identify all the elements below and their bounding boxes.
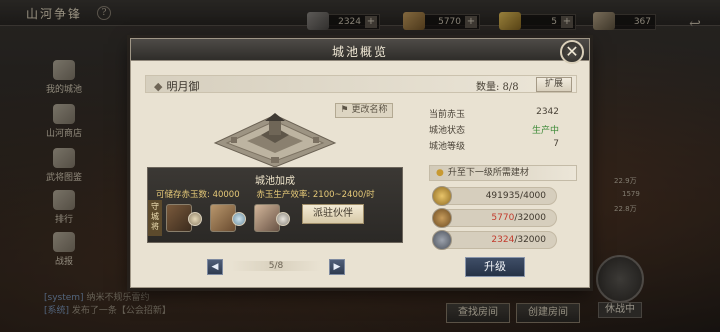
expand-button[interactable]: 扩展 — [536, 77, 572, 92]
material-row-iron: 2324/32000 — [432, 230, 557, 250]
storage-capacity: 可储存赤玉数: 40000 — [156, 190, 240, 200]
stat-label: 当前赤玉 — [429, 110, 466, 120]
city-name: ◆ 明月御 — [154, 78, 199, 94]
dispatch-partner-button[interactable]: 派驻伙伴 — [302, 204, 364, 224]
modal-header: 城池概览 — [131, 39, 589, 61]
flag-icon: ⚑ — [340, 105, 352, 115]
material-amount: 5770/32000 — [491, 213, 546, 223]
stat-row-city-status: 城池状态 生产中 — [429, 121, 579, 137]
city-quantity: 数量: 8/8 — [476, 82, 519, 93]
bonus-title: 城池加成 — [255, 176, 295, 187]
material-amount: 491935/4000 — [485, 191, 546, 201]
prev-page-button[interactable]: ◀ — [207, 259, 223, 275]
coin-icon — [432, 186, 452, 206]
material-have: 491935 — [485, 191, 521, 201]
hero-badge — [232, 212, 246, 226]
material-need: 32000 — [517, 213, 546, 223]
city-name-text: 明月御 — [166, 80, 200, 93]
city-stats: 当前赤玉 2342 城池状态 生产中 城池等级 7 — [429, 105, 579, 153]
stat-value: 2342 — [536, 107, 559, 117]
close-icon[interactable]: ✕ — [560, 40, 584, 64]
stat-row-city-level: 城池等级 7 — [429, 137, 579, 153]
page-indicator: 5/8 — [231, 261, 321, 271]
bonus-stats: 可储存赤玉数: 40000 赤玉生产效率: 2100~2400/时 — [156, 188, 389, 200]
bullet-icon: ◆ — [154, 80, 163, 93]
hero-badge — [188, 212, 202, 226]
hero-badge — [276, 212, 290, 226]
stat-value: 7 — [553, 139, 559, 149]
stat-value: 生产中 — [531, 126, 559, 136]
garrison-tag: 守城将 — [148, 200, 162, 236]
city-header: ◆ 明月御 数量: 8/8 扩展 — [145, 75, 577, 93]
stat-label: 城池状态 — [429, 126, 466, 136]
upgrade-button[interactable]: 升级 — [465, 257, 525, 277]
city-panel: ⚑ 更改名称 城池加成 可储存赤玉数: 40000 赤玉生产效率: 2100~2… — [145, 97, 403, 243]
city-overview-modal: 城池概览 ◆ 明月御 数量: 8/8 扩展 ⚑ 更改名称 城池加成 可储存赤玉数:… — [130, 38, 590, 288]
material-need: 32000 — [517, 235, 546, 245]
material-have: 5770 — [491, 213, 515, 223]
rename-label: 更改名称 — [351, 105, 388, 115]
wood-icon — [432, 208, 452, 228]
stat-row-current-jade: 当前赤玉 2342 — [429, 105, 579, 121]
city-bonus-panel: 城池加成 可储存赤玉数: 40000 赤玉生产效率: 2100~2400/时 守… — [147, 167, 403, 243]
lightbulb-icon: ● — [436, 168, 444, 178]
material-row-coin: 491935/4000 — [432, 186, 557, 206]
next-page-button[interactable]: ▶ — [329, 259, 345, 275]
modal-title: 城池概览 — [331, 45, 388, 59]
material-need: 4000 — [523, 191, 546, 201]
material-row-wood: 5770/32000 — [432, 208, 557, 228]
upgrade-requirements-header: ● 升至下一级所需建材 — [429, 165, 577, 181]
production-rate: 赤玉生产效率: 2100~2400/时 — [256, 190, 375, 200]
material-amount: 2324/32000 — [491, 235, 546, 245]
rename-city-button[interactable]: ⚑ 更改名称 — [335, 103, 393, 118]
city-fortress-illustration — [213, 113, 337, 168]
material-have: 2324 — [491, 235, 515, 245]
stat-label: 城池等级 — [429, 142, 466, 152]
iron-icon — [432, 230, 452, 250]
city-pager: ◀ 5/8 ▶ — [207, 259, 345, 277]
upgrade-header-text: 升至下一级所需建材 — [447, 168, 529, 178]
